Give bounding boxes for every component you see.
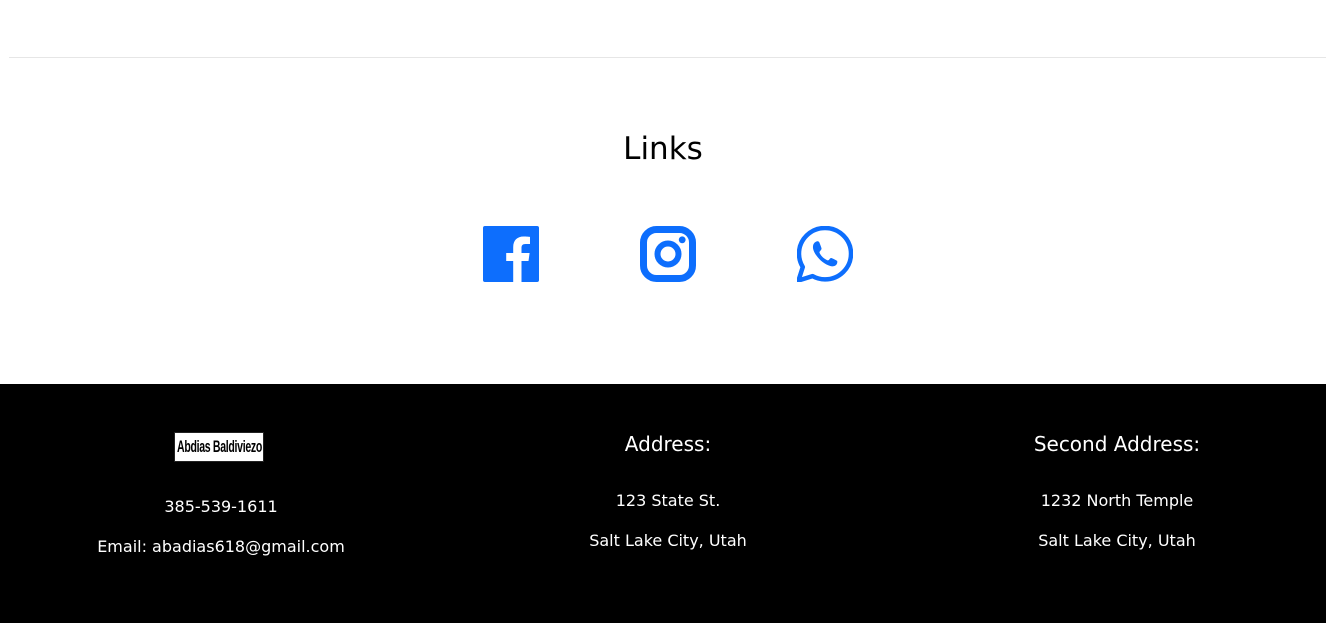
second-address-city: Salt Lake City, Utah <box>1038 531 1196 550</box>
second-address-heading: Second Address: <box>1033 432 1201 456</box>
phone-number: 385-539-1611 <box>164 497 278 516</box>
instagram-link[interactable] <box>640 226 696 282</box>
address-city: Salt Lake City, Utah <box>589 531 747 550</box>
footer: Abdias Baldiviezo 385-539-1611 Email: ab… <box>0 384 1326 623</box>
page: Links Abdias Baldiviezo 385-539-1611 Ema… <box>0 0 1326 623</box>
site-logo: Abdias Baldiviezo <box>174 432 264 462</box>
facebook-link[interactable] <box>483 226 539 282</box>
links-heading: Links <box>623 131 703 167</box>
facebook-icon <box>483 226 539 282</box>
second-address-street: 1232 North Temple <box>1040 491 1194 510</box>
links-section: Links <box>0 58 1326 384</box>
instagram-icon <box>640 226 696 282</box>
address-heading: Address: <box>624 432 712 456</box>
address-street: 123 State St. <box>615 491 721 510</box>
email-text: Email: abadias618@gmail.com <box>97 537 345 556</box>
whatsapp-icon <box>797 226 853 282</box>
whatsapp-link[interactable] <box>797 226 853 282</box>
